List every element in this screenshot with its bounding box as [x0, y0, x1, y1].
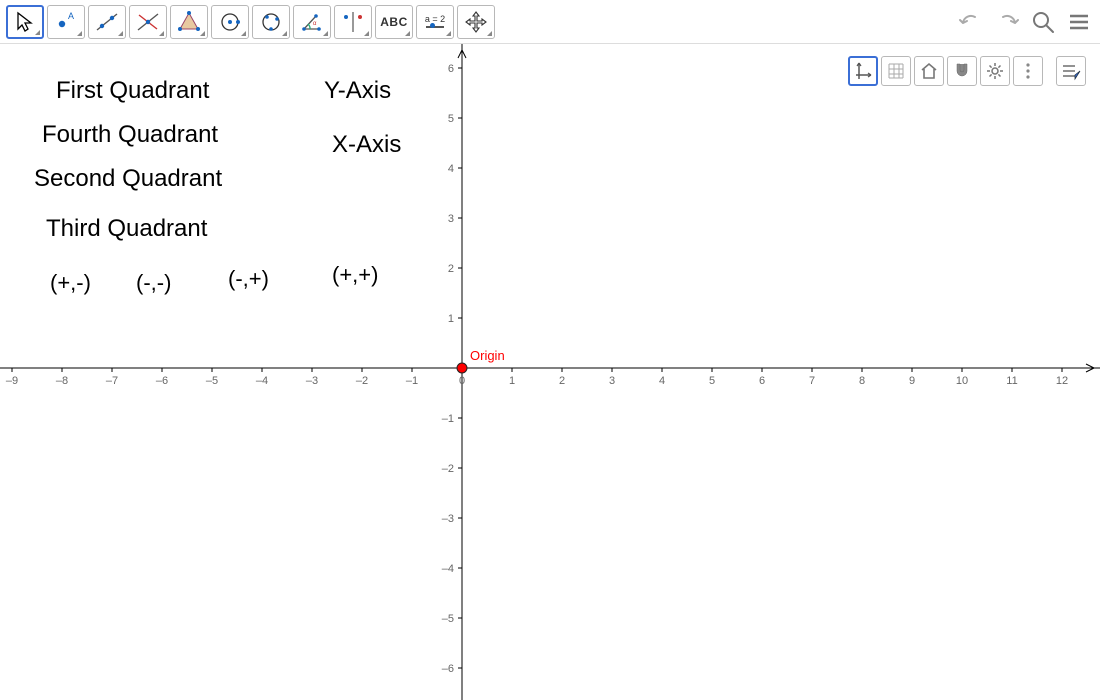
y-tick-label: –3 [442, 513, 454, 525]
x-tick-label: 0 [459, 375, 465, 387]
text-tool[interactable]: ABC [375, 5, 413, 39]
x-tick-label: 3 [609, 375, 615, 387]
x-tick-label: 4 [659, 375, 665, 387]
x-tick-label: –3 [306, 375, 318, 387]
reflect-tool[interactable] [334, 5, 372, 39]
label-first-quadrant[interactable]: First Quadrant [56, 77, 210, 104]
menu-icon[interactable] [1064, 7, 1094, 37]
circle-tool[interactable] [211, 5, 249, 39]
x-tick-label: 7 [809, 375, 815, 387]
x-tick-label: –2 [356, 375, 368, 387]
x-tick-label: –6 [156, 375, 168, 387]
x-tick-label: 8 [859, 375, 865, 387]
svg-text:A: A [68, 11, 74, 21]
svg-text:α: α [313, 21, 317, 27]
graphics-canvas[interactable]: –9–8–7–6–5–4–3–2–10123456789101112123456… [0, 44, 1100, 700]
search-icon[interactable] [1028, 7, 1058, 37]
main-toolbar: A α ABC a = 2 [0, 0, 1100, 44]
home-view[interactable] [914, 56, 944, 86]
toolbar-right [956, 7, 1094, 37]
slider-tool[interactable]: a = 2 [416, 5, 454, 39]
y-tick-label: –1 [442, 413, 454, 425]
x-tick-label: –8 [56, 375, 68, 387]
undo-icon[interactable] [956, 7, 986, 37]
y-tick-label: 2 [448, 263, 454, 275]
x-tick-label: –1 [406, 375, 418, 387]
axes-toggle[interactable] [848, 56, 878, 86]
y-tick-label: 1 [448, 313, 454, 325]
coordinate-plane[interactable]: –9–8–7–6–5–4–3–2–10123456789101112123456… [0, 44, 1100, 700]
redo-icon[interactable] [992, 7, 1022, 37]
y-tick-label: –5 [442, 613, 454, 625]
perpendicular-tool[interactable] [129, 5, 167, 39]
x-tick-label: 10 [956, 375, 968, 387]
y-tick-label: –6 [442, 663, 454, 675]
x-tick-label: 1 [509, 375, 515, 387]
x-tick-label: 6 [759, 375, 765, 387]
label-third-quadrant[interactable]: Third Quadrant [46, 215, 208, 242]
polygon-tool[interactable] [170, 5, 208, 39]
x-tick-label: –5 [206, 375, 218, 387]
y-tick-label: 5 [448, 113, 454, 125]
x-tick-label: 11 [1006, 375, 1017, 387]
slider-tool-label: a = 2 [425, 15, 445, 24]
y-tick-label: –2 [442, 463, 454, 475]
text-tool-label: ABC [380, 15, 408, 29]
origin-label[interactable]: Origin [470, 348, 505, 363]
x-tick-label: 12 [1056, 375, 1068, 387]
x-tick-label: –9 [6, 375, 18, 387]
view-panel [845, 56, 1086, 86]
label-plus-plus[interactable]: (+,+) [332, 262, 378, 287]
more-view[interactable] [1013, 56, 1043, 86]
move-tool[interactable] [6, 5, 44, 39]
label-minus-minus[interactable]: (-,-) [136, 270, 171, 295]
x-tick-label: –7 [106, 375, 118, 387]
origin-point[interactable] [457, 363, 467, 373]
grid-toggle[interactable] [881, 56, 911, 86]
x-tick-label: –4 [256, 375, 268, 387]
label-plus-minus[interactable]: (+,-) [50, 270, 91, 295]
settings-view[interactable] [980, 56, 1010, 86]
point-tool[interactable]: A [47, 5, 85, 39]
y-tick-label: 3 [448, 213, 454, 225]
filter-view[interactable] [1056, 56, 1086, 86]
pan-tool[interactable] [457, 5, 495, 39]
angle-tool[interactable]: α [293, 5, 331, 39]
y-tick-label: 6 [448, 63, 454, 75]
y-tick-label: –4 [442, 563, 454, 575]
y-tick-label: 4 [448, 163, 454, 175]
label-minus-plus[interactable]: (-,+) [228, 266, 269, 291]
ellipse-tool[interactable] [252, 5, 290, 39]
label-y-axis[interactable]: Y-Axis [324, 77, 391, 104]
label-x-axis[interactable]: X-Axis [332, 131, 401, 158]
x-tick-label: 9 [909, 375, 915, 387]
snap-toggle[interactable] [947, 56, 977, 86]
x-tick-label: 5 [709, 375, 715, 387]
label-fourth-quadrant[interactable]: Fourth Quadrant [42, 121, 218, 148]
label-second-quadrant[interactable]: Second Quadrant [34, 165, 222, 192]
x-tick-label: 2 [559, 375, 565, 387]
line-tool[interactable] [88, 5, 126, 39]
